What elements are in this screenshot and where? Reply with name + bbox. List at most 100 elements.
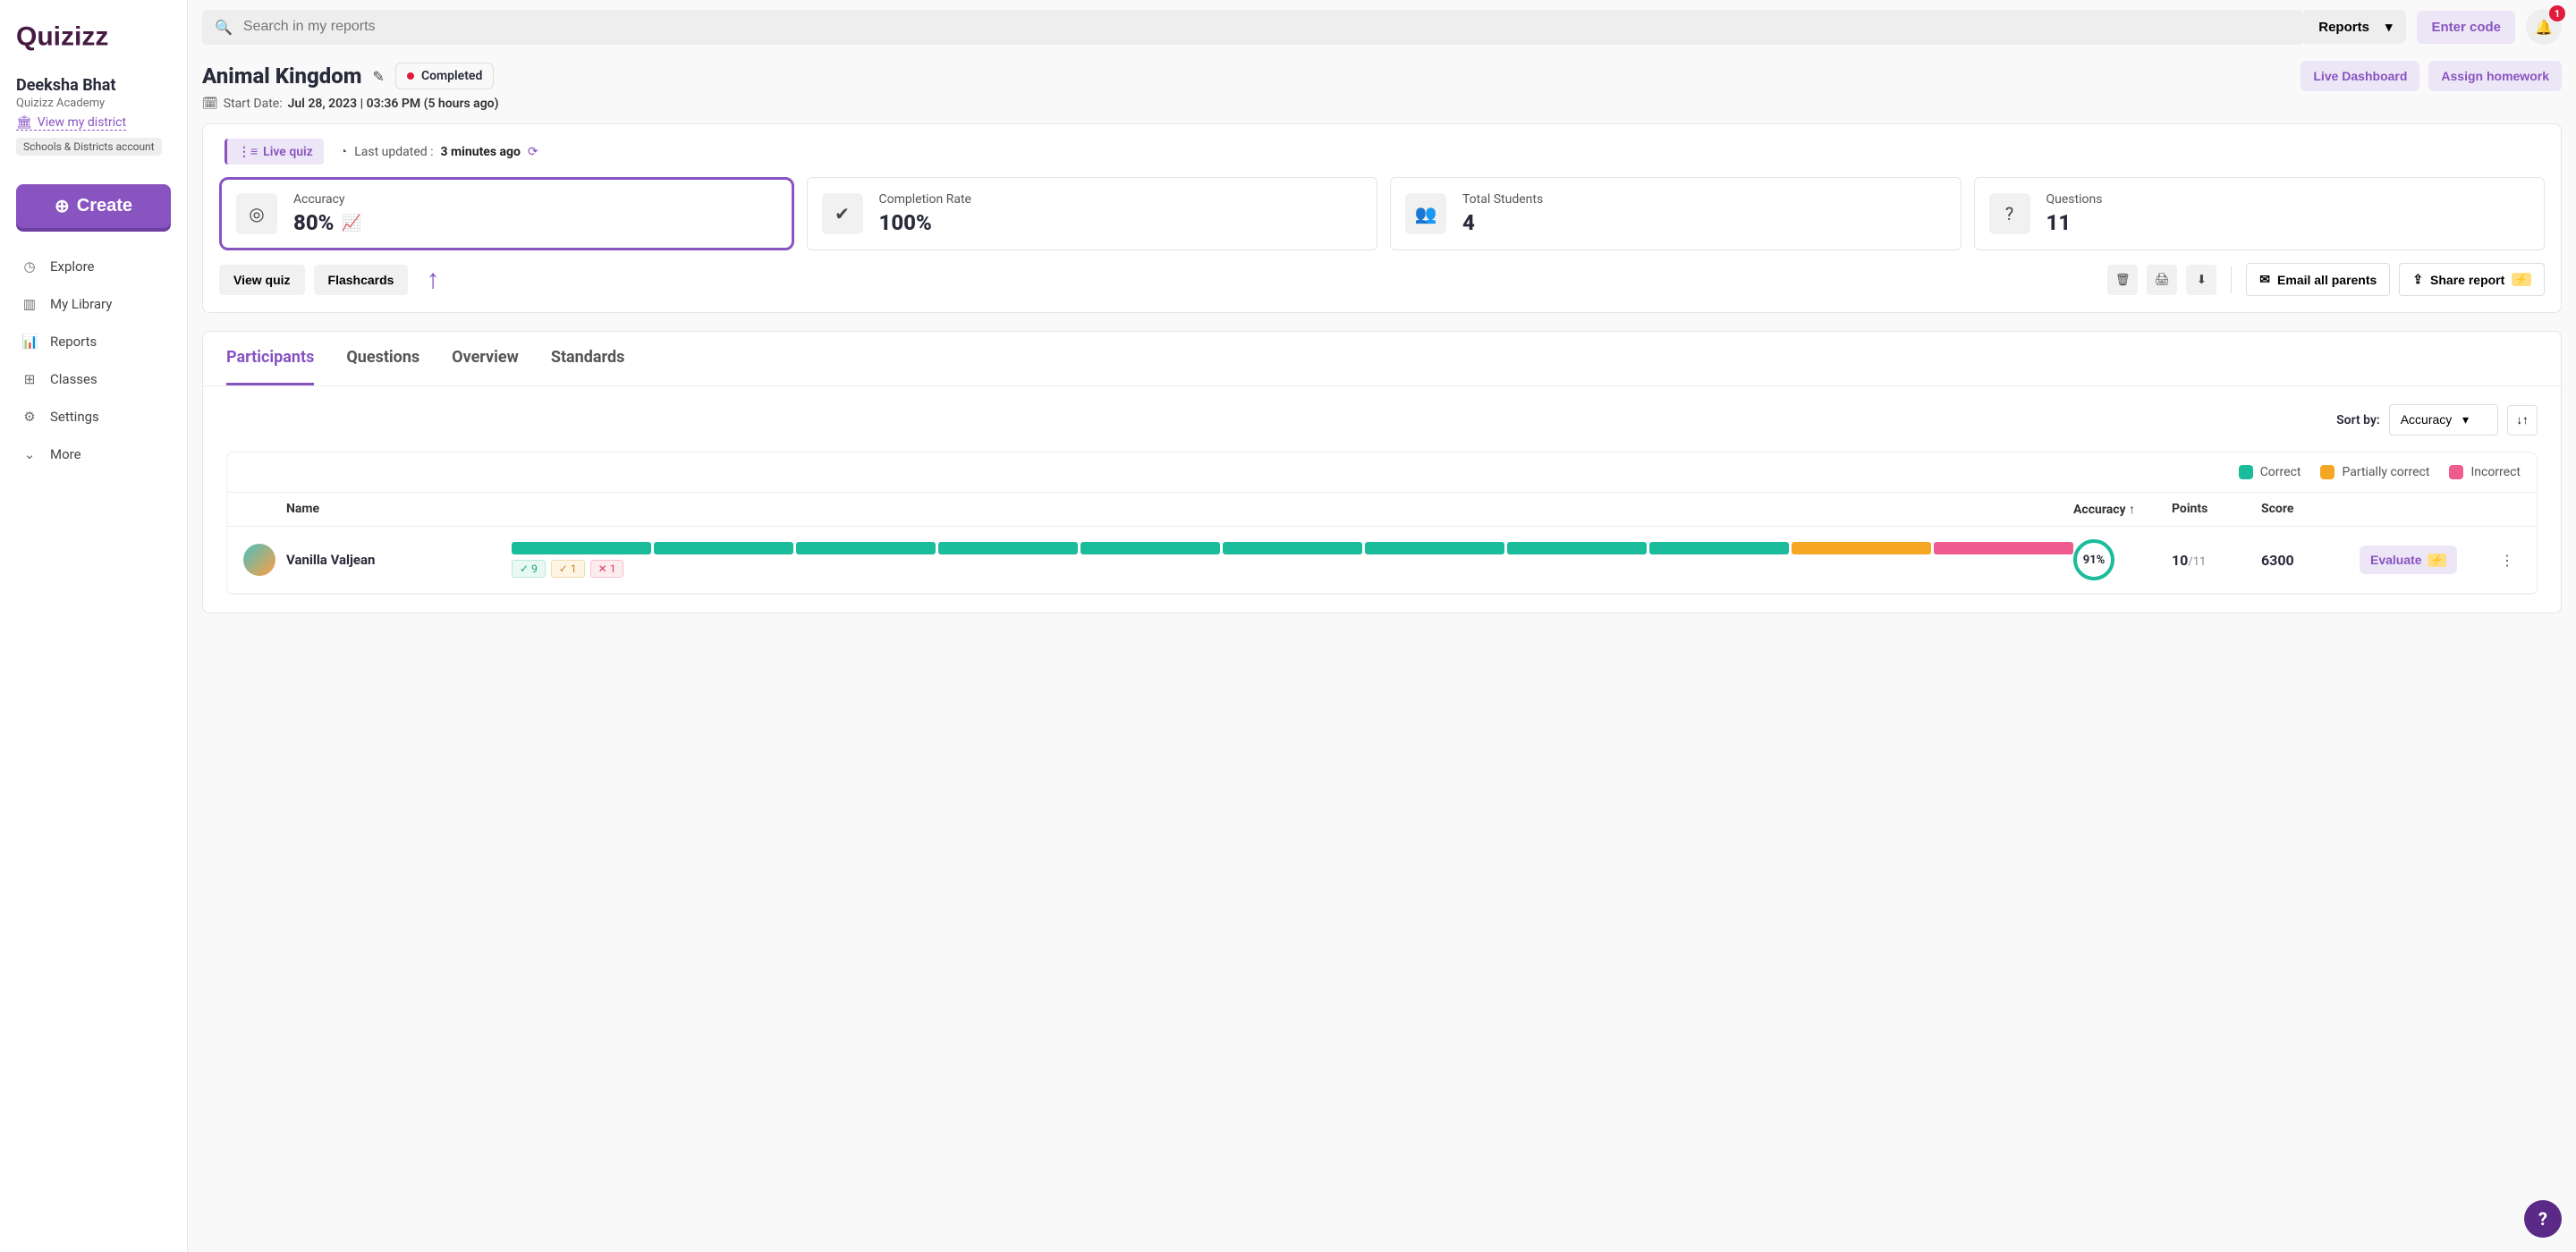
score-cell: 6300 bbox=[2261, 552, 2360, 569]
search-input[interactable] bbox=[243, 19, 2292, 35]
user-subtitle: Quizizz Academy bbox=[16, 97, 171, 110]
last-updated-value: 3 minutes ago bbox=[441, 145, 521, 159]
avatar bbox=[243, 544, 275, 576]
th-score[interactable]: Score bbox=[2261, 502, 2360, 517]
table-header-row: Name Accuracy ↑ Points Score bbox=[227, 492, 2537, 527]
compass-icon: ◷ bbox=[21, 258, 38, 275]
check-circle-icon: ✔ bbox=[822, 193, 863, 234]
sort-row: Sort by: Accuracy ▾ ↓↑ bbox=[226, 404, 2538, 436]
tab-questions[interactable]: Questions bbox=[346, 332, 419, 385]
evaluate-label: Evaluate bbox=[2370, 553, 2422, 567]
svg-text:Quizizz: Quizizz bbox=[16, 21, 108, 51]
tab-overview[interactable]: Overview bbox=[452, 332, 519, 385]
stat-value: 100% bbox=[879, 210, 971, 235]
download-button[interactable]: ⬇ bbox=[2186, 265, 2216, 295]
share-report-button[interactable]: ⇪ Share report ⚡ bbox=[2399, 263, 2545, 296]
help-fab[interactable]: ? bbox=[2524, 1200, 2562, 1238]
points-numerator: 10 bbox=[2172, 552, 2188, 569]
view-quiz-button[interactable]: View quiz bbox=[219, 265, 305, 295]
create-button[interactable]: ⊕ Create bbox=[16, 184, 171, 228]
download-icon: ⬇ bbox=[2197, 273, 2207, 287]
context-dropdown[interactable]: Reports ▾ bbox=[2304, 10, 2406, 44]
plus-icon: ⊕ bbox=[55, 195, 70, 217]
notifications-button[interactable]: 🔔 1 bbox=[2526, 9, 2562, 45]
account-type-badge: Schools & Districts account bbox=[16, 138, 162, 156]
annotation-arrow-icon: ↑ bbox=[426, 264, 439, 295]
th-points[interactable]: Points bbox=[2172, 502, 2261, 517]
share-report-label: Share report bbox=[2430, 273, 2504, 287]
page-title: Animal Kingdom bbox=[202, 63, 362, 89]
stat-label: Accuracy bbox=[293, 192, 361, 207]
tab-bar: Participants Questions Overview Standard… bbox=[203, 332, 2561, 386]
evaluate-button[interactable]: Evaluate ⚡ bbox=[2360, 546, 2457, 574]
stat-label: Completion Rate bbox=[879, 192, 971, 207]
topbar: 🔍 Reports ▾ Enter code 🔔 1 bbox=[188, 0, 2576, 54]
share-icon: ⇪ bbox=[2412, 272, 2423, 287]
answer-bars bbox=[512, 542, 2073, 554]
swatch-icon bbox=[2320, 465, 2334, 479]
delete-button[interactable]: 🗑 bbox=[2107, 265, 2138, 295]
premium-badge-icon: ⚡ bbox=[2512, 273, 2531, 286]
legend-label: Partially correct bbox=[2342, 465, 2429, 479]
premium-badge-icon: ⚡ bbox=[2428, 554, 2447, 567]
start-date-label: Start Date: bbox=[224, 97, 283, 111]
bell-icon: 🔔 bbox=[2535, 19, 2553, 36]
chart-icon: 📊 bbox=[21, 334, 38, 350]
stat-value: 80% bbox=[293, 210, 334, 235]
table-row[interactable]: Vanilla Valjean ✓ 9 ✓ 1 ✕ 1 bbox=[227, 527, 2537, 594]
view-district-link[interactable]: 🏛 View my district bbox=[16, 115, 126, 131]
sidebar-item-reports[interactable]: 📊Reports bbox=[16, 323, 171, 360]
sort-label: Sort by: bbox=[2336, 413, 2380, 427]
last-updated: ◔ Last updated : 3 minutes ago ⟳ bbox=[340, 144, 538, 159]
row-menu-button[interactable]: ⋮ bbox=[2494, 552, 2521, 569]
mail-icon: ✉ bbox=[2259, 272, 2270, 287]
sidebar-item-explore[interactable]: ◷ Explore bbox=[16, 248, 171, 285]
email-parents-button[interactable]: ✉ Email all parents bbox=[2246, 263, 2390, 296]
clock-icon: ◔ bbox=[340, 144, 347, 159]
enter-code-button[interactable]: Enter code bbox=[2417, 11, 2515, 44]
sidebar-item-library[interactable]: ▥My Library bbox=[16, 285, 171, 323]
start-date-row: 🗓 Start Date: Jul 28, 2023 | 03:36 PM (5… bbox=[202, 97, 2562, 111]
district-link-label: View my district bbox=[38, 115, 126, 130]
sort-direction-button[interactable]: ↓↑ bbox=[2507, 405, 2538, 436]
logo: Quizizz bbox=[16, 16, 171, 60]
tab-standards[interactable]: Standards bbox=[551, 332, 624, 385]
participants-table: Correct Partially correct Incorrect Name… bbox=[226, 452, 2538, 595]
search-input-wrap[interactable]: 🔍 bbox=[202, 10, 2304, 45]
tab-participants[interactable]: Participants bbox=[226, 332, 314, 385]
swatch-icon bbox=[2239, 465, 2253, 479]
print-button[interactable]: 🖨 bbox=[2147, 265, 2177, 295]
stat-value: 11 bbox=[2046, 210, 2103, 235]
print-icon: 🖨 bbox=[2155, 273, 2170, 287]
sidebar-item-classes[interactable]: ⊞Classes bbox=[16, 360, 171, 398]
context-dropdown-label: Reports bbox=[2318, 20, 2369, 35]
partial-count-badge: ✓ 1 bbox=[551, 560, 585, 578]
sidebar-item-more[interactable]: ⌄More bbox=[16, 436, 171, 473]
user-block: Deeksha Bhat Quizizz Academy 🏛 View my d… bbox=[16, 76, 171, 156]
th-accuracy[interactable]: Accuracy ↑ bbox=[2073, 502, 2172, 517]
count-value: 1 bbox=[610, 563, 616, 575]
participant-name: Vanilla Valjean bbox=[286, 552, 375, 568]
refresh-icon[interactable]: ⟳ bbox=[528, 145, 538, 159]
assign-homework-button[interactable]: Assign homework bbox=[2428, 61, 2562, 91]
last-updated-label: Last updated : bbox=[354, 145, 433, 159]
summary-panel: ⋮≡ Live quiz ◔ Last updated : 3 minutes … bbox=[202, 123, 2562, 313]
flashcards-button[interactable]: Flashcards bbox=[314, 265, 409, 295]
sort-value: Accuracy bbox=[2401, 412, 2453, 427]
accuracy-ring: 91% bbox=[2073, 539, 2114, 580]
library-icon: ▥ bbox=[21, 296, 38, 312]
email-parents-label: Email all parents bbox=[2277, 273, 2377, 287]
sort-select[interactable]: Accuracy ▾ bbox=[2389, 404, 2498, 436]
live-quiz-badge: ⋮≡ Live quiz bbox=[225, 139, 324, 165]
edit-title-icon[interactable]: ✎ bbox=[373, 68, 385, 85]
live-dashboard-button[interactable]: Live Dashboard bbox=[2301, 61, 2419, 91]
create-button-label: Create bbox=[77, 196, 132, 216]
incorrect-count-badge: ✕ 1 bbox=[590, 560, 624, 578]
legend-label: Incorrect bbox=[2470, 465, 2521, 479]
sidebar-item-label: Explore bbox=[50, 258, 95, 275]
points-cell: 10/11 bbox=[2172, 552, 2261, 569]
user-name: Deeksha Bhat bbox=[16, 76, 171, 95]
sidebar-item-settings[interactable]: ⚙Settings bbox=[16, 398, 171, 436]
divider bbox=[2231, 266, 2232, 293]
correct-count-badge: ✓ 9 bbox=[512, 560, 546, 578]
